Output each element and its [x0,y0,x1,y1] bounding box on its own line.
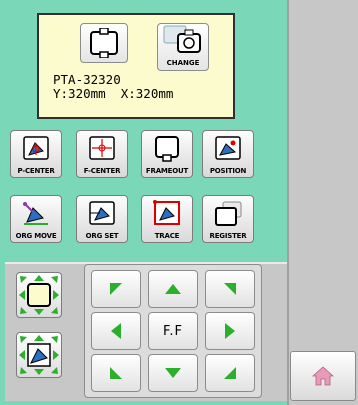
hoop-model: PTA-32320 [53,72,121,87]
jog-left-button[interactable] [91,312,141,350]
position-icon [215,136,241,160]
design-move-icon [19,335,59,375]
feed-forward-label: F.F [163,323,183,339]
trace-label: TRACE [154,232,180,240]
hoop-size: Y:320mm X:320mm [53,86,174,101]
main-screen: CHANGE PTA-32320 Y:320mm X:320mm P-CENTE… [0,0,358,405]
org-move-icon [23,202,48,225]
arrow-up-icon [165,284,181,294]
org-move-label: ORG MOVE [15,232,57,240]
frameout-button[interactable]: FRAMEOUT [141,130,193,178]
jog-down-left-button[interactable] [91,354,141,392]
position-button[interactable]: POSITION [202,130,254,178]
jog-up-button[interactable] [148,270,198,308]
arrow-left-icon [111,323,121,339]
hoop-info-panel: CHANGE PTA-32320 Y:320mm X:320mm [37,13,235,119]
position-label: POSITION [209,167,247,175]
org-move-button[interactable]: ORG MOVE [10,195,62,243]
register-button[interactable]: REGISTER [202,195,254,243]
jog-up-left-button[interactable] [91,270,141,308]
f-center-button[interactable]: F-CENTER [76,130,128,178]
hoop-details: PTA-32320 Y:320mm X:320mm [53,73,173,101]
arrow-up-right-icon [224,283,236,295]
feed-forward-button[interactable]: F.F [148,312,198,350]
p-center-label: P-CENTER [17,167,55,175]
change-label: CHANGE [166,59,200,67]
p-center-button[interactable]: P-CENTER [10,130,62,178]
arrow-down-left-icon [110,367,122,379]
arrow-down-right-icon [224,367,236,379]
right-side-panel [287,0,358,405]
change-hoop-button[interactable]: CHANGE [157,23,209,71]
jog-up-right-button[interactable] [205,270,255,308]
trace-icon [153,200,180,225]
register-icon [215,201,242,226]
design-move-button[interactable] [16,332,62,378]
org-set-button[interactable]: ORG SET [76,195,128,243]
org-set-label: ORG SET [85,232,119,240]
hoop-frame-icon [80,23,128,63]
jog-right-button[interactable] [205,312,255,350]
trace-button[interactable]: TRACE [141,195,193,243]
home-button[interactable] [290,351,356,401]
arrow-up-left-icon [110,283,122,295]
p-center-icon [23,136,49,160]
jog-arrow-pad: F.F [84,264,262,398]
arrow-right-icon [225,323,235,339]
hoop-change-icon [163,25,201,53]
frameout-label: FRAMEOUT [145,167,189,175]
frame-move-icon [19,275,59,315]
frameout-icon [155,136,179,162]
arrow-down-icon [165,368,181,378]
jog-down-button[interactable] [148,354,198,392]
home-icon [312,366,334,386]
frame-move-button[interactable] [16,272,62,318]
f-center-label: F-CENTER [83,167,121,175]
f-center-icon [89,136,115,160]
org-set-icon [89,201,115,225]
register-label: REGISTER [209,232,247,240]
jog-down-right-button[interactable] [205,354,255,392]
